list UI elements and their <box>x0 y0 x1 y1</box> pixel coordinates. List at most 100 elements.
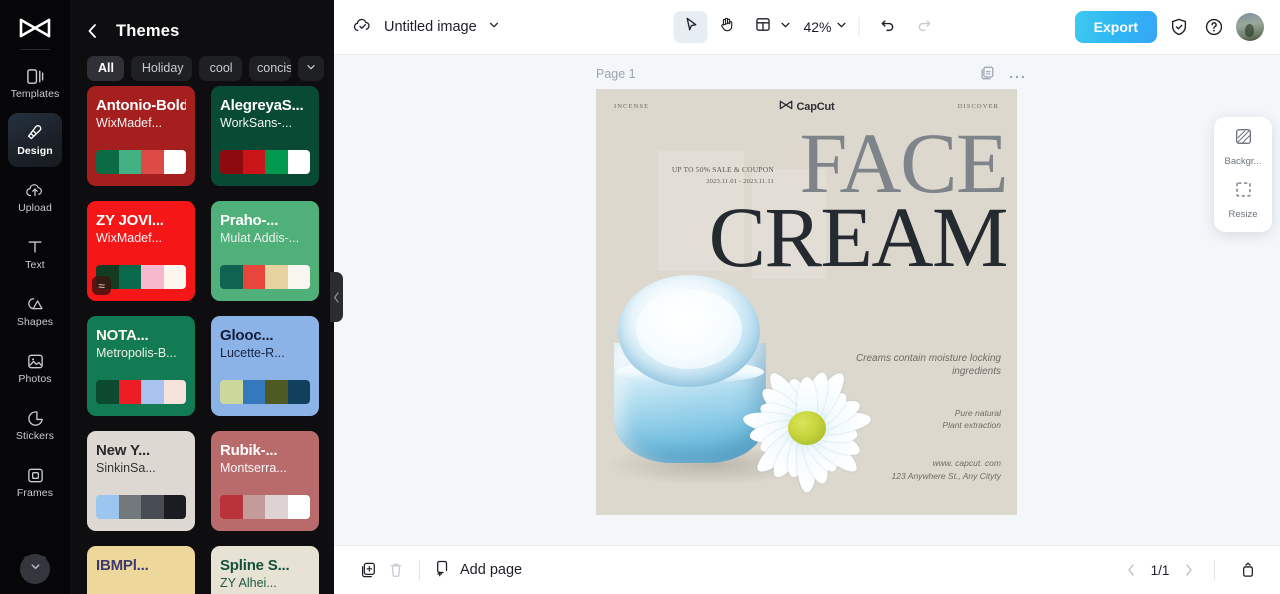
cream-jar-flower-image <box>608 265 884 515</box>
export-button[interactable]: Export <box>1074 11 1157 43</box>
theme-card-swatches <box>220 265 310 289</box>
prev-page-button[interactable] <box>1125 563 1137 577</box>
zoom-menu[interactable]: 42% <box>793 18 847 36</box>
theme-card[interactable]: AlegreyaS... WorkSans-... <box>211 86 319 186</box>
design-artboard[interactable]: INCENSE CapCut DISCOVER UP TO 50% SALE &… <box>596 89 1017 515</box>
next-page-button[interactable] <box>1183 563 1195 577</box>
filter-chip-concise[interactable]: concis <box>249 55 291 81</box>
sidebar-item-templates[interactable]: Templates <box>8 56 62 110</box>
delete-page-button[interactable] <box>382 556 410 584</box>
theme-card[interactable]: New Y... SinkinSa... <box>87 431 195 531</box>
shield-check-icon[interactable] <box>1166 14 1192 40</box>
avatar[interactable] <box>1236 13 1264 41</box>
resize-button[interactable]: Resize <box>1214 180 1272 220</box>
rail-more-button[interactable] <box>20 554 50 584</box>
expand-panel-button[interactable] <box>1234 556 1262 584</box>
color-swatch <box>96 380 119 404</box>
filter-chips-expand-button[interactable] <box>298 55 324 81</box>
themes-grid: Antonio-Bold WixMadef... AlegreyaS... WorkS… <box>87 86 327 594</box>
theme-card-subtitle: Montserra... <box>220 461 287 475</box>
layout-tool-menu[interactable] <box>745 11 791 43</box>
more-options-icon[interactable] <box>1009 67 1025 85</box>
theme-card-subtitle: WorkSans-... <box>220 116 293 130</box>
sidebar-item-frames[interactable]: Frames <box>8 455 62 509</box>
theme-card[interactable]: Antonio-Bold WixMadef... <box>87 86 195 186</box>
photos-icon <box>26 351 45 371</box>
theme-card-title: Antonio-Bold <box>96 97 186 114</box>
select-tool-button[interactable] <box>673 11 708 43</box>
theme-card[interactable]: IBMPl... <box>87 546 195 594</box>
color-swatch <box>141 265 164 289</box>
hand-tool-button[interactable] <box>709 11 743 43</box>
sidebar-item-upload[interactable]: Upload <box>8 170 62 224</box>
hand-icon <box>718 16 735 38</box>
theme-card-subtitle: Mulat Addis-... <box>220 231 300 245</box>
page-actions <box>979 65 1025 86</box>
color-swatch <box>163 380 186 404</box>
theme-card[interactable]: Spline S... ZY Alhei... <box>211 546 319 594</box>
theme-card[interactable]: ZY JOVI... WixMadef... ≈ <box>87 201 195 301</box>
stickers-icon <box>26 408 45 428</box>
color-swatch <box>287 495 310 519</box>
theme-card[interactable]: NOTA... Metropolis-B... <box>87 316 195 416</box>
resize-icon <box>1234 180 1253 204</box>
canvas-side-panel: Backgr... Resize <box>1214 117 1272 232</box>
theme-card-title: Glooc... <box>220 327 274 344</box>
chevron-down-icon <box>305 61 317 76</box>
shapes-icon <box>26 294 45 314</box>
page-navigation: 1/1 <box>1125 556 1262 584</box>
panel-collapse-handle[interactable] <box>330 272 343 322</box>
cloud-saved-icon <box>352 16 373 39</box>
color-swatch <box>141 495 164 519</box>
add-page-icon <box>433 559 451 581</box>
add-page-button[interactable]: Add page <box>433 559 522 581</box>
sidebar-item-photos[interactable]: Photos <box>8 341 62 395</box>
color-swatch <box>265 495 288 519</box>
layout-tool-button[interactable] <box>745 11 779 43</box>
color-swatch <box>118 495 141 519</box>
color-swatch <box>118 380 141 404</box>
sidebar-item-label: Shapes <box>16 316 54 328</box>
sidebar-item-label: Text <box>25 259 45 271</box>
color-swatch <box>287 150 310 174</box>
color-swatch <box>96 495 119 519</box>
top-toolbar: Untitled image 42% Export <box>334 0 1280 55</box>
artboard-brand: CapCut <box>779 100 835 113</box>
sidebar-item-shapes[interactable]: Shapes <box>8 284 62 338</box>
color-swatch <box>118 265 141 289</box>
help-circle-icon[interactable] <box>1201 14 1227 40</box>
sidebar-item-design[interactable]: Design <box>8 113 62 167</box>
color-swatch <box>220 380 243 404</box>
theme-card-swatches <box>220 150 310 174</box>
theme-card-badge: ≈ <box>92 276 111 295</box>
sidebar-item-label: Photos <box>18 373 52 385</box>
theme-card[interactable]: Glooc... Lucette-R... <box>211 316 319 416</box>
document-name-menu[interactable]: Untitled image <box>352 16 500 39</box>
color-swatch <box>163 265 186 289</box>
filter-chip-all[interactable]: All <box>87 55 124 81</box>
main-area: Untitled image 42% Export Page 1 INCENSE… <box>334 0 1280 594</box>
undo-button[interactable] <box>871 11 905 43</box>
background-button[interactable]: Backgr... <box>1214 127 1272 167</box>
sidebar-item-stickers[interactable]: Stickers <box>8 398 62 452</box>
sidebar-item-text[interactable]: Text <box>8 227 62 281</box>
chevron-down-icon <box>488 18 500 36</box>
color-swatch <box>220 495 243 519</box>
themes-panel-header: Themes <box>70 0 334 46</box>
back-button[interactable] <box>87 22 103 40</box>
theme-card-title: IBMPl... <box>96 557 149 574</box>
undo-icon <box>879 16 896 38</box>
theme-card-title: Rubik-... <box>220 442 278 459</box>
filter-chip-cool[interactable]: cool <box>198 55 242 81</box>
bottom-divider-2 <box>1214 560 1215 580</box>
theme-card[interactable]: Praho-... Mulat Addis-... <box>211 201 319 301</box>
copy-page-button[interactable] <box>354 556 382 584</box>
redo-button[interactable] <box>907 11 941 43</box>
theme-card[interactable]: Rubik-... Montserra... <box>211 431 319 531</box>
duplicate-page-icon[interactable] <box>979 65 995 86</box>
theme-card-subtitle: WixMadef... <box>96 116 162 130</box>
filter-chip-holiday[interactable]: Holiday <box>130 55 192 81</box>
sidebar-item-label: Design <box>17 145 53 157</box>
capcut-logo-icon[interactable] <box>13 13 57 43</box>
color-swatch <box>220 265 243 289</box>
